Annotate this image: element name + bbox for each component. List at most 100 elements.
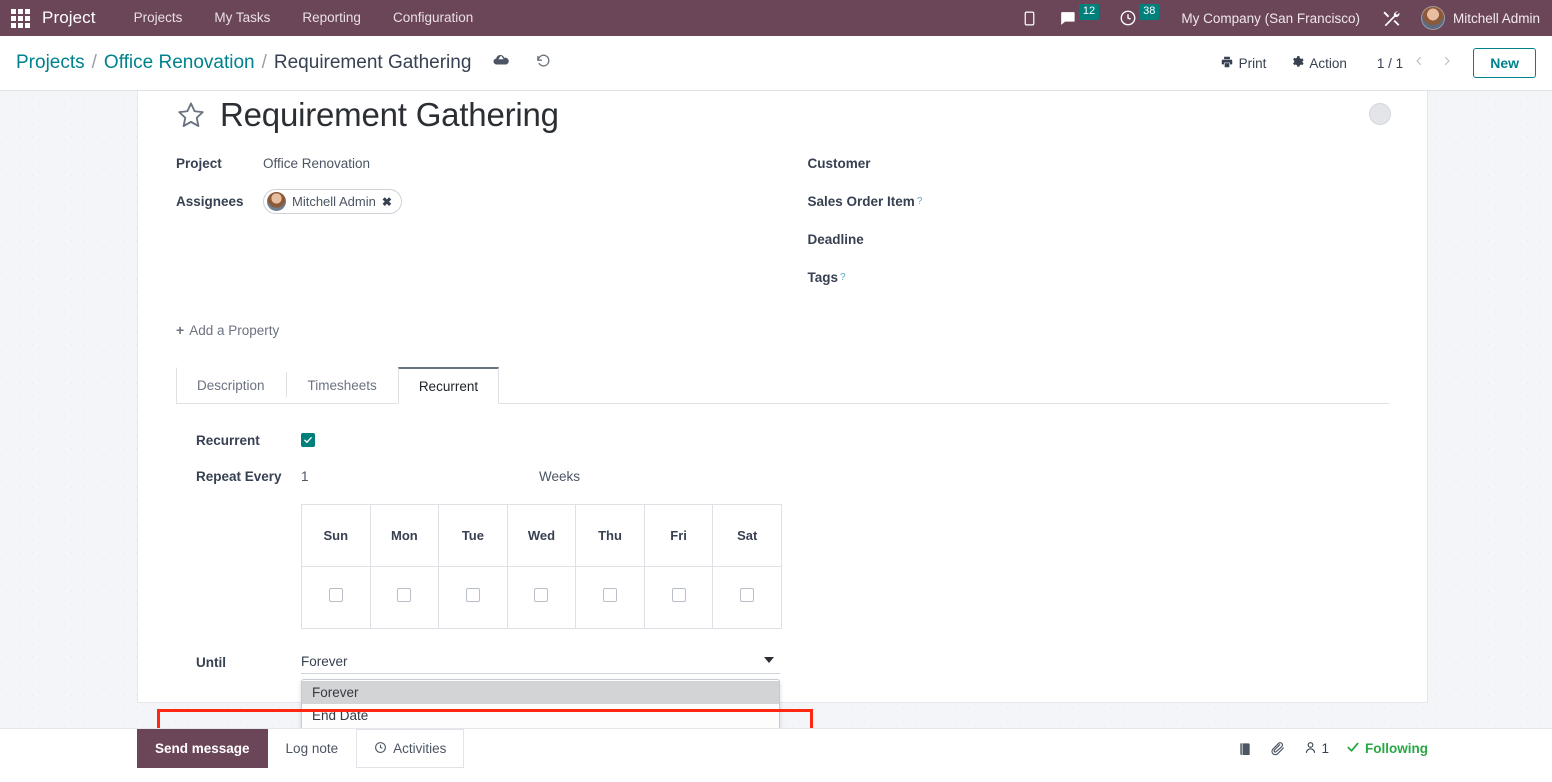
menu-item-configuration[interactable]: Configuration [377,0,489,36]
field-until: Until Forever Forever End Date Number of… [196,651,1389,728]
remove-tag-icon[interactable]: ✖ [382,195,392,209]
chatter-tab-activities[interactable]: Activities [356,729,465,768]
repeat-unit-value[interactable]: Weeks [539,469,580,484]
weekday-cell-fri [643,566,714,629]
chatter-tabs: Send message Log note Activities [137,729,1428,768]
help-tooltip-icon[interactable]: ? [917,196,923,207]
weekday-checkbox-mon[interactable] [397,588,412,602]
weekday-selector-table: Sun Mon Tue Wed Thu Fri Sat [301,504,782,629]
apps-menu-button[interactable] [0,0,40,36]
breadcrumb-current-record: Requirement Gathering [273,52,472,73]
weekday-cell-wed [506,566,577,629]
weekday-header-wed: Wed [506,504,577,567]
weekday-checkbox-tue[interactable] [465,588,480,602]
breadcrumb-item-projects[interactable]: Projects [16,52,85,74]
tab-description[interactable]: Description [176,367,286,404]
field-customer: Customer [808,148,1390,179]
field-label-deadline: Deadline [807,232,864,247]
weekday-checkbox-fri[interactable] [671,588,686,602]
app-brand[interactable]: Project [40,8,102,28]
chat-bubble-icon [1058,9,1077,28]
weekday-cell-sat [712,566,782,629]
tab-timesheets[interactable]: Timesheets [287,367,398,404]
add-property-label: Add a Property [189,322,280,338]
activities-button[interactable]: 38 [1109,4,1169,27]
star-outline-icon[interactable] [176,100,206,130]
notebook: Description Timesheets Recurrent Recurre… [176,366,1389,728]
form-background: Requirement Gathering Project Office Ren… [0,91,1552,728]
messages-counter: 12 [1078,4,1100,20]
page-title: Requirement Gathering [220,96,559,133]
weekday-header-mon: Mon [369,504,440,567]
weekday-checkbox-sat[interactable] [740,588,755,602]
field-label-recurrent: Recurrent [196,432,260,448]
field-label-customer: Customer [807,156,871,171]
pager-value: 1 / 1 [1376,55,1404,71]
field-deadline: Deadline [808,224,1390,255]
form-fields: Project Office Renovation Assignees Mitc… [176,148,1389,300]
followers-count-label: 1 [1321,741,1329,756]
field-tags: Tags ? [808,262,1390,293]
new-record-button[interactable]: New [1473,48,1536,78]
weekday-checkbox-sun[interactable] [328,588,343,602]
field-label-tags: Tags [807,270,839,285]
discard-record-button[interactable] [529,49,557,77]
user-menu-button[interactable]: Mitchell Admin [1411,6,1548,30]
messages-button[interactable]: 12 [1048,4,1109,28]
menu-item-projects[interactable]: Projects [118,0,199,36]
printer-icon [1220,55,1234,72]
field-value-project[interactable]: Office Renovation [263,156,370,171]
chatter-tab-log-note[interactable]: Log note [268,729,357,768]
help-tooltip-icon[interactable]: ? [840,272,846,283]
chevron-right-icon [1441,54,1453,72]
developer-tools-button[interactable] [1372,9,1411,28]
main-menu: Projects My Tasks Reporting Configuratio… [118,0,490,36]
pager-next-button[interactable] [1435,51,1459,75]
chevron-left-icon [1413,54,1425,72]
until-option-number-of-repetitions[interactable]: Number of Repetitions [302,727,779,728]
odoo-project-task-form: Project Projects My Tasks Reporting Conf… [0,0,1552,782]
user-icon [1303,740,1318,758]
systray: 12 38 My Company (San Francisco) Mitchel… [1011,0,1552,36]
weekday-header-sun: Sun [301,504,371,567]
activities-counter: 38 [1139,4,1160,20]
assignee-tag[interactable]: Mitchell Admin ✖ [263,189,402,214]
phone-icon [1021,10,1038,27]
company-switcher[interactable]: My Company (San Francisco) [1169,11,1372,26]
top-navbar: Project Projects My Tasks Reporting Conf… [0,0,1552,36]
undo-icon [535,52,552,74]
field-sales-order-item: Sales Order Item ? [808,186,1390,217]
phone-button[interactable] [1011,10,1048,27]
repeat-every-input[interactable]: 1 [301,469,539,484]
save-record-button[interactable] [487,49,515,77]
action-button[interactable]: Action [1278,50,1359,77]
paperclip-icon[interactable] [1270,741,1286,757]
followers-button[interactable]: 1 [1303,740,1329,758]
book-icon[interactable] [1237,741,1253,757]
plus-icon: + [176,322,185,338]
chatter-tab-send-message[interactable]: Send message [137,729,268,768]
until-select[interactable]: Forever [301,651,780,674]
weekday-checkbox-thu[interactable] [603,588,618,602]
pager-previous-button[interactable] [1407,51,1431,75]
weekday-header-tue: Tue [438,504,508,567]
menu-item-my-tasks[interactable]: My Tasks [198,0,286,36]
tab-recurrent[interactable]: Recurrent [397,367,500,404]
recurrent-checkbox[interactable] [301,433,315,447]
kanban-state-indicator[interactable] [1369,103,1391,125]
tools-icon [1382,9,1401,28]
add-property-button[interactable]: + Add a Property [176,322,279,338]
breadcrumb-item-office-renovation[interactable]: Office Renovation [104,52,255,74]
notebook-tabs: Description Timesheets Recurrent [176,366,1389,404]
weekday-checkbox-row [301,566,782,629]
until-option-forever[interactable]: Forever [302,681,779,704]
chatter: Send message Log note Activities 1 Follo… [0,728,1552,782]
until-option-end-date[interactable]: End Date [302,704,779,727]
avatar [1420,6,1445,30]
weekday-cell-mon [369,566,440,629]
weekday-cell-thu [575,566,645,629]
following-button[interactable]: Following [1346,740,1428,757]
weekday-checkbox-wed[interactable] [534,588,549,602]
menu-item-reporting[interactable]: Reporting [286,0,377,36]
print-button[interactable]: Print [1208,50,1279,77]
